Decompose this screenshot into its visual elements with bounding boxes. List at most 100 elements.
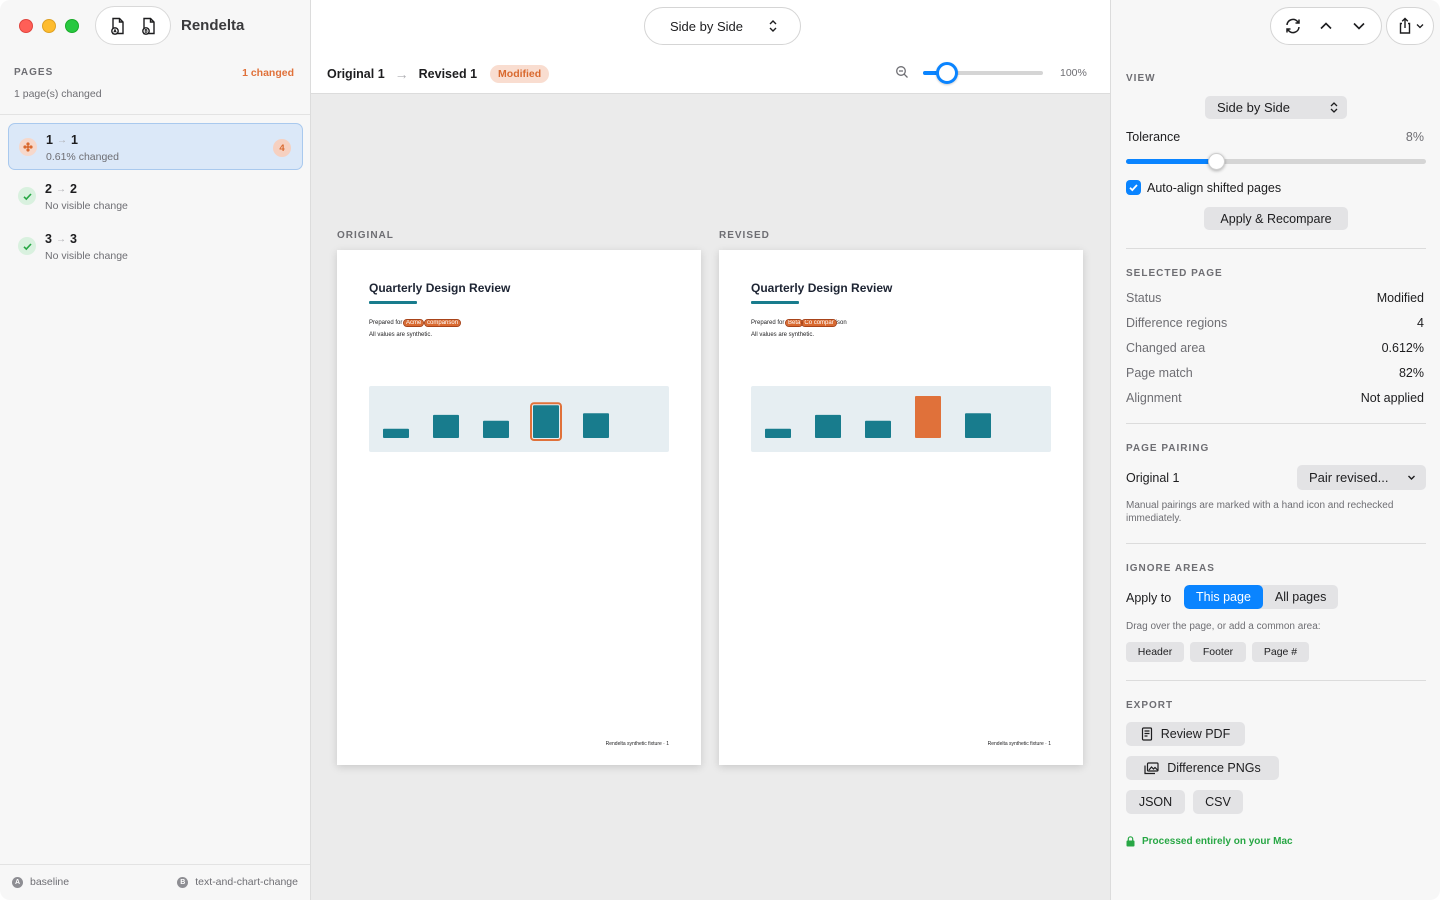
diff-highlight[interactable]: comparison	[424, 319, 462, 327]
page-pair-label: 2 → 2	[45, 182, 77, 196]
prepared-line: Prepared for Acme comparison	[369, 319, 462, 327]
auto-align-label[interactable]: Auto-align shifted pages	[1147, 181, 1281, 195]
share-button[interactable]	[1386, 7, 1434, 45]
close-window-button[interactable]	[19, 19, 33, 33]
segment-this-page[interactable]: This page	[1184, 585, 1263, 609]
changed-count: 1 changed	[242, 67, 294, 79]
baseline-file-name: baseline	[30, 876, 70, 888]
bar-chart	[369, 386, 669, 452]
revised-column-label: REVISED	[719, 230, 770, 241]
lock-icon	[1126, 836, 1135, 847]
page-number-area-chip[interactable]: Page #	[1252, 642, 1309, 662]
chart-bar	[583, 413, 609, 438]
export-header: EXPORT	[1126, 700, 1174, 711]
tolerance-slider-fill	[1126, 159, 1216, 164]
diff-highlight[interactable]: Beta	[785, 319, 804, 327]
chart-bar	[765, 428, 791, 438]
ignore-note: Drag over the page, or add a common area…	[1126, 621, 1321, 632]
pairing-original-label: Original 1	[1126, 471, 1180, 485]
checkmark-icon	[1129, 184, 1138, 192]
page-match-label: Page match	[1126, 366, 1193, 380]
footer-area-chip[interactable]: Footer	[1190, 642, 1246, 662]
tolerance-value: 8%	[1405, 130, 1424, 144]
title-underline	[369, 301, 417, 304]
tolerance-slider-knob[interactable]	[1207, 153, 1225, 170]
window-controls	[19, 19, 79, 33]
synthetic-note: All values are synthetic.	[751, 332, 815, 338]
difference-count-badge: 4	[273, 139, 291, 157]
export-difference-pngs-button[interactable]: Difference PNGs	[1126, 756, 1279, 780]
diff-highlight[interactable]: Co compar	[801, 319, 837, 327]
chart-bar	[383, 428, 409, 438]
revised-file: B text-and-chart-change	[177, 876, 298, 888]
export-review-pdf-button[interactable]: Review PDF	[1126, 722, 1245, 746]
header-area-chip[interactable]: Header	[1126, 642, 1184, 662]
chevron-updown-icon	[1330, 102, 1338, 113]
page-title: Quarterly Design Review	[369, 281, 511, 295]
export-review-pdf-label: Review PDF	[1160, 727, 1231, 741]
view-mode-select[interactable]: Side by Side	[1205, 96, 1347, 119]
magnifier-icon	[895, 65, 909, 84]
checkmark-icon	[18, 187, 36, 205]
chart-bar	[815, 414, 841, 438]
revised-page[interactable]: Quarterly Design Review Prepared for Bet…	[719, 250, 1083, 765]
chevron-down-icon	[1416, 24, 1423, 29]
comparison-viewer: Side by Side Original 1 → Revised 1 Modi…	[311, 0, 1110, 900]
page-list-item-2[interactable]: 2 → 2 No visible change	[8, 173, 303, 220]
pair-revised-select[interactable]: Pair revised...	[1297, 465, 1426, 490]
bar-chart-svg	[383, 402, 609, 441]
baseline-file: A baseline	[12, 876, 69, 888]
chart-bar	[865, 420, 891, 438]
page-list-item-3[interactable]: 3 → 3 No visible change	[8, 223, 303, 270]
pairing-note: Manual pairings are marked with a hand i…	[1126, 500, 1394, 524]
page-pairing-header: PAGE PAIRING	[1126, 443, 1210, 454]
checkmark-icon	[18, 237, 36, 255]
file-a-icon: A	[12, 876, 23, 888]
chevron-down-icon[interactable]	[1348, 15, 1370, 37]
page-list-item-1[interactable]: 1 → 1 0.61% changed 4	[8, 123, 303, 170]
export-csv-button[interactable]: CSV	[1193, 790, 1243, 814]
zoom-window-button[interactable]	[65, 19, 79, 33]
changed-bar	[915, 396, 941, 438]
original-column-label: ORIGINAL	[337, 230, 394, 241]
chevron-up-icon[interactable]	[1315, 15, 1337, 37]
page-match-value: 82%	[1398, 366, 1424, 380]
page-footer: Rendelta synthetic fixture · 1	[605, 741, 669, 747]
comparison-breadcrumb: Original 1 → Revised 1 Modified	[327, 65, 550, 83]
chevron-updown-icon	[768, 19, 778, 36]
page-status: 0.61% changed	[46, 151, 119, 163]
document-b-icon[interactable]	[137, 14, 161, 38]
privacy-note: Processed entirely on your Mac	[1126, 836, 1293, 847]
app-title: Rendelta	[181, 17, 245, 34]
section-divider	[1126, 543, 1426, 544]
original-page[interactable]: Quarterly Design Review Prepared for Acm…	[337, 250, 701, 765]
chevron-down-icon	[1408, 475, 1415, 480]
document-a-icon[interactable]	[106, 14, 130, 38]
segment-all-pages[interactable]: All pages	[1263, 585, 1338, 609]
pages-header: PAGES	[14, 67, 54, 78]
zoom-slider-knob[interactable]	[936, 62, 958, 84]
status-value: Modified	[1376, 291, 1424, 305]
auto-align-checkbox[interactable]	[1126, 180, 1141, 195]
status-badge: Modified	[490, 65, 550, 83]
crumb-revised: Revised 1	[418, 67, 478, 81]
selected-page-header: SELECTED PAGE	[1126, 268, 1223, 279]
refresh-icon[interactable]	[1282, 15, 1304, 37]
arrow-right-icon: →	[394, 66, 409, 82]
tolerance-slider[interactable]	[1126, 153, 1426, 170]
view-section-header: VIEW	[1126, 73, 1156, 84]
sidebar-divider	[0, 114, 310, 115]
privacy-note-text: Processed entirely on your Mac	[1142, 836, 1293, 847]
ignore-areas-header: IGNORE AREAS	[1126, 563, 1215, 574]
minimize-window-button[interactable]	[42, 19, 56, 33]
tolerance-label: Tolerance	[1126, 130, 1181, 144]
apply-recompare-button[interactable]: Apply & Recompare	[1204, 207, 1348, 230]
diff-highlight[interactable]: Acme	[403, 319, 425, 327]
app-window: Rendelta PAGES 1 changed 1 page(s) chang…	[0, 0, 1440, 900]
view-mode-select-label: Side by Side	[1217, 100, 1290, 115]
chart-bar	[483, 420, 509, 438]
zoom-slider[interactable]	[923, 62, 1043, 84]
viewer-toolbar: Side by Side Original 1 → Revised 1 Modi…	[311, 0, 1110, 94]
export-json-button[interactable]: JSON	[1126, 790, 1185, 814]
view-mode-popup[interactable]: Side by Side	[644, 7, 801, 45]
